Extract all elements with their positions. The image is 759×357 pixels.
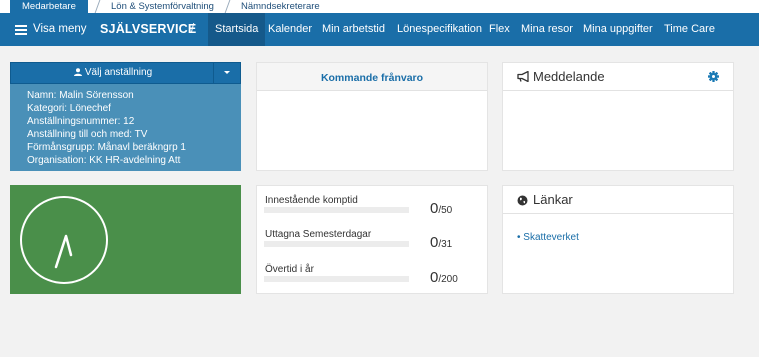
stat-max: /31 <box>438 239 453 250</box>
nav-flex[interactable]: Flex <box>489 13 510 46</box>
tab-lon-systemforvaltning[interactable]: Lön & Systemförvaltning <box>99 0 226 13</box>
stat-max: /200 <box>438 274 458 285</box>
tab-namndsekreterare[interactable]: Nämndsekreterare <box>229 0 332 13</box>
links-header: Länkar <box>503 186 733 214</box>
stat-progress-bar <box>264 276 409 282</box>
nav-mina-resor[interactable]: Mina resor <box>521 13 573 46</box>
choose-employment-text: Välj anställning <box>84 67 153 78</box>
messages-title: Meddelande <box>533 69 605 84</box>
stat-label: Övertid i år <box>265 264 314 275</box>
user-icon <box>73 68 82 76</box>
employee-name: Namn: Malin Sörensson <box>27 90 134 101</box>
nav-startsida[interactable]: Startsida <box>208 13 266 46</box>
nav-min-arbetstid[interactable]: Min arbetstid <box>322 13 385 46</box>
links-title: Länkar <box>533 192 573 207</box>
stat-value: 0/200 <box>430 269 458 286</box>
links-card: Länkar • Skatteverket <box>502 185 734 294</box>
choose-employment-button[interactable]: Välj anställning <box>10 62 241 84</box>
upcoming-absence-card: Kommande frånvaro <box>256 62 488 171</box>
messages-header: Meddelande <box>503 63 733 91</box>
megaphone-icon <box>517 71 529 82</box>
employment-details: Namn: Malin Sörensson Kategori: Lönechef… <box>27 89 186 167</box>
upcoming-absence-title: Kommande frånvaro <box>320 72 424 84</box>
stat-max: /50 <box>438 205 453 216</box>
nav-kalender[interactable]: Kalender <box>268 13 312 46</box>
employment-end: Anställning till och med: TV <box>27 129 148 140</box>
benefit-group: Förmånsgrupp: Månavl beräkngrp 1 <box>27 142 186 153</box>
clock-panel[interactable] <box>10 185 241 294</box>
stat-label: Uttagna Semesterdagar <box>265 229 372 240</box>
stat-value: 0/50 <box>430 200 452 217</box>
show-menu-button[interactable]: Visa meny <box>33 13 86 46</box>
gear-icon[interactable] <box>708 71 719 82</box>
menu-icon[interactable] <box>15 13 27 46</box>
tab-medarbetare[interactable]: Medarbetare <box>10 0 88 13</box>
link-skatteverket-text[interactable]: Skatteverket <box>523 232 579 243</box>
stat-progress-bar <box>264 207 409 213</box>
balances-card: Innestående komptid 0/50 Uttagna Semeste… <box>256 185 488 294</box>
clock-icon <box>20 196 108 284</box>
link-skatteverket[interactable]: • Skatteverket <box>517 232 579 243</box>
top-tab-bar: Medarbetare Lön & Systemförvaltning Nämn… <box>0 0 759 13</box>
globe-icon <box>517 195 528 206</box>
stat-value: 0/31 <box>430 234 452 251</box>
stat-label: Innestående komptid <box>265 195 358 206</box>
employment-panel: Välj anställning Namn: Malin Sörensson K… <box>10 62 241 171</box>
stat-progress-bar <box>264 241 409 247</box>
nav-lonespecifikation[interactable]: Lönespecifikation <box>397 13 482 46</box>
main-navbar: Visa meny SJÄLVSERVICE / Startsida Kalen… <box>0 13 759 46</box>
breadcrumb-separator: / <box>191 23 195 35</box>
employment-number: Anställningsnummer: 12 <box>27 116 135 127</box>
choose-employment-label: Välj anställning <box>11 63 215 83</box>
messages-card: Meddelande <box>502 62 734 171</box>
nav-time-care[interactable]: Time Care <box>664 13 715 46</box>
brand-title: SJÄLVSERVICE <box>100 22 197 36</box>
organisation: Organisation: KK HR-avdelning Att <box>27 155 181 166</box>
employee-category: Kategori: Lönechef <box>27 103 111 114</box>
chevron-down-icon[interactable] <box>213 63 240 83</box>
nav-mina-uppgifter[interactable]: Mina uppgifter <box>583 13 653 46</box>
